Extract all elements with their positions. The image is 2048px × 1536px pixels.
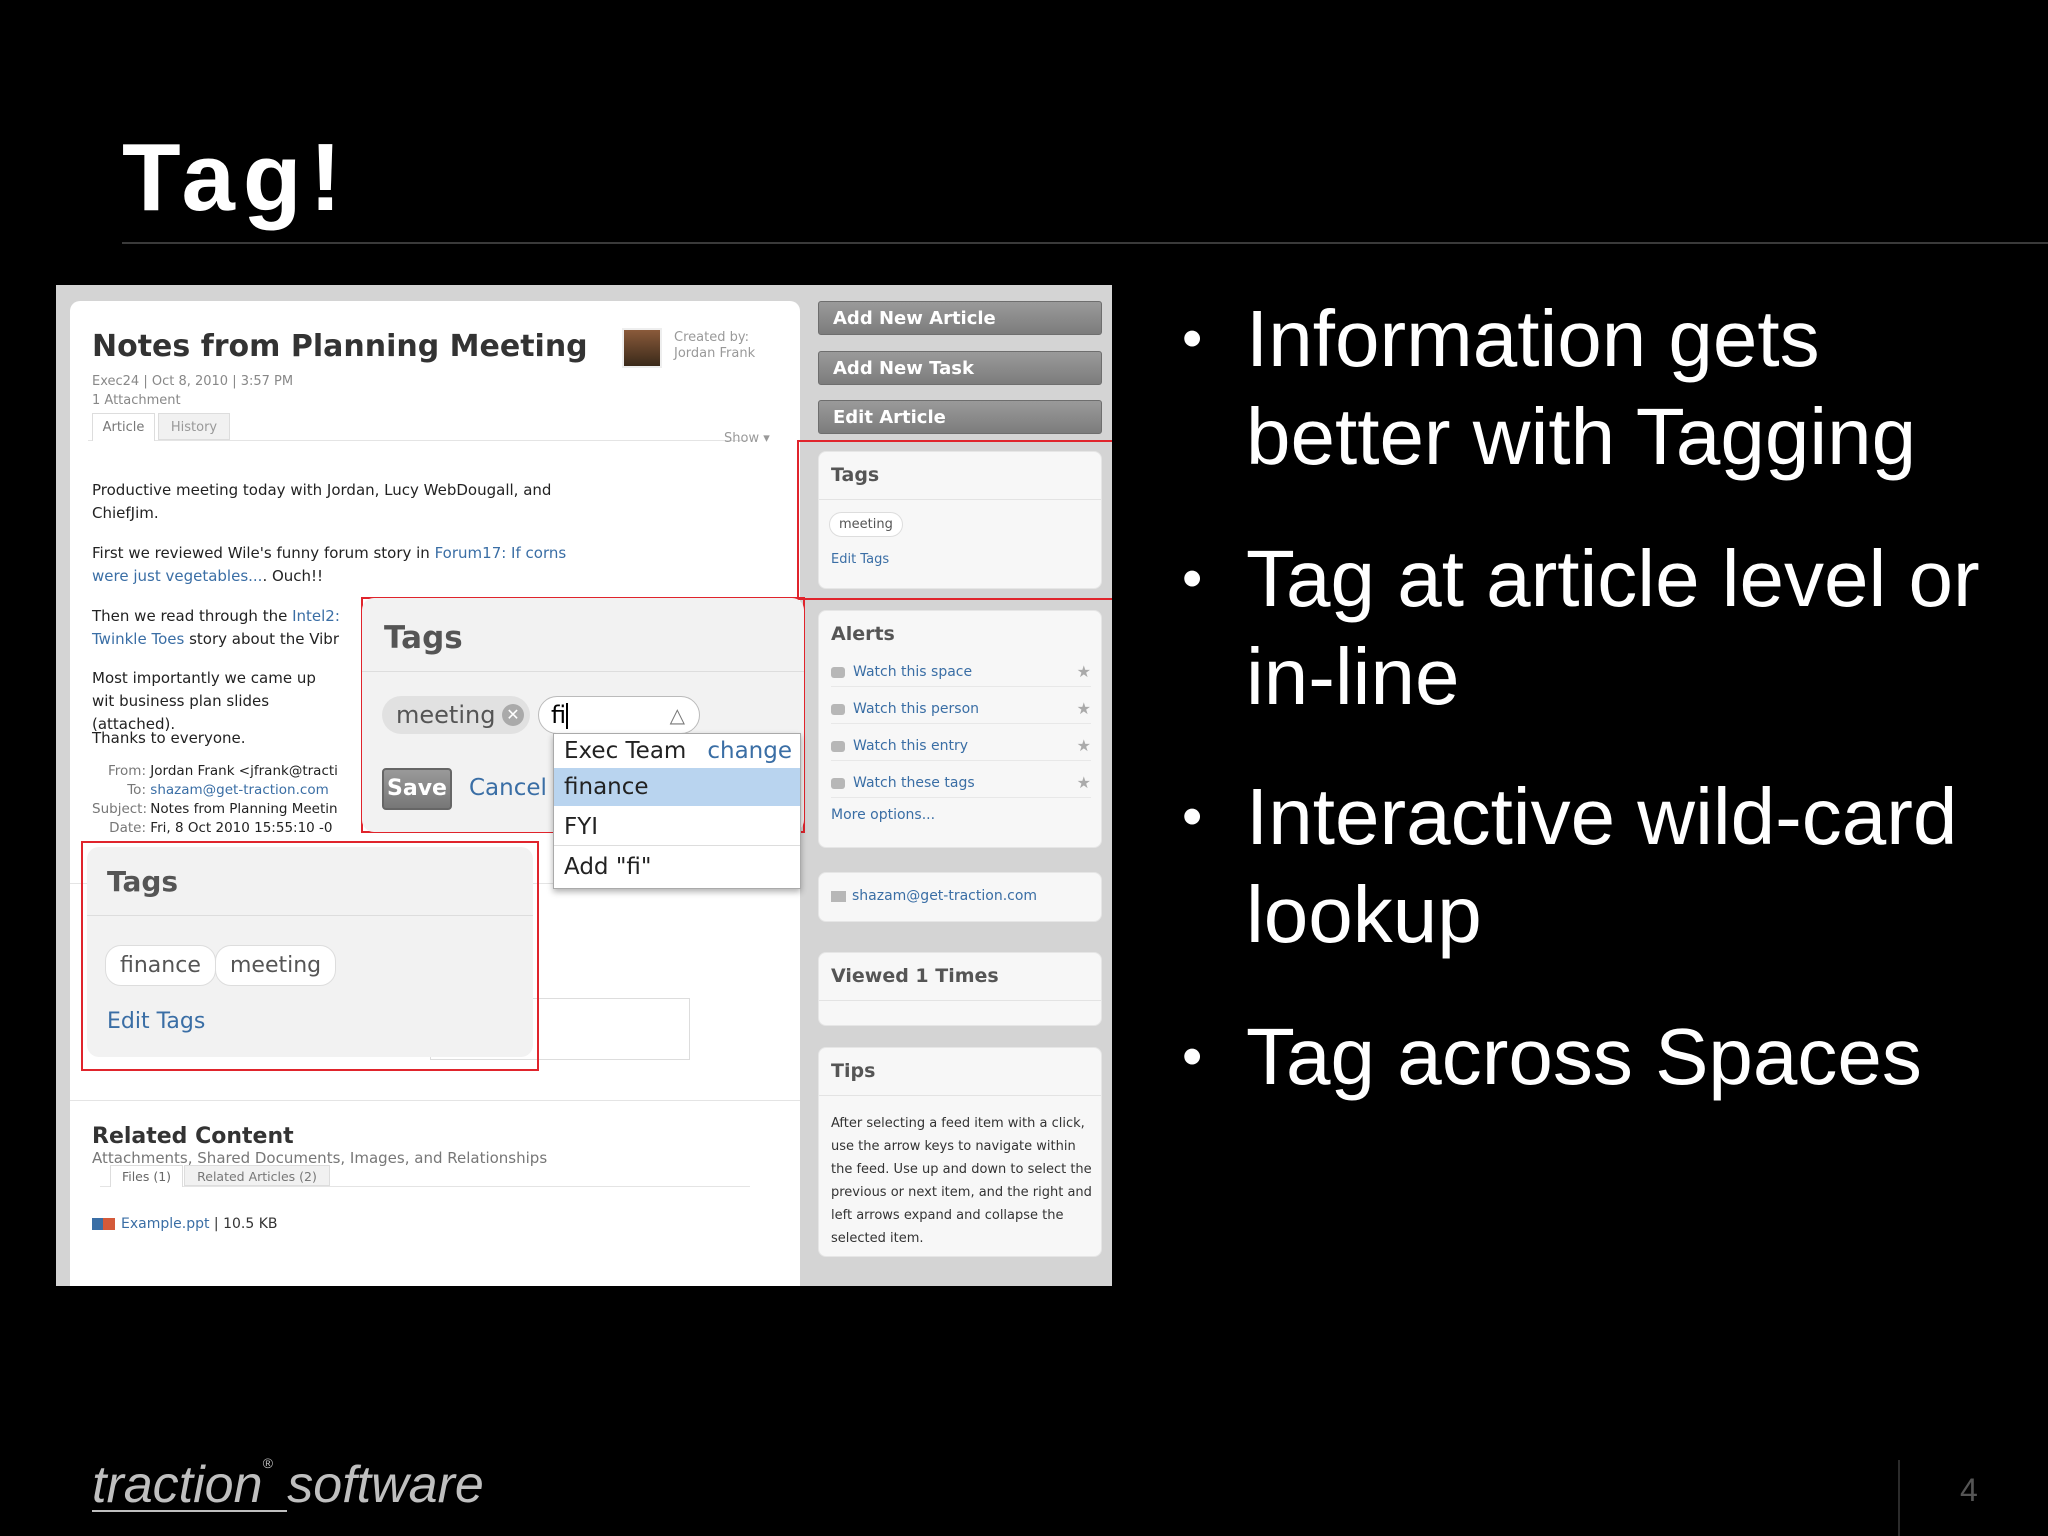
show-toggle[interactable]: Show ▾ [724, 431, 770, 446]
bullet-dot: • [1182, 1024, 1203, 1089]
body-para-4: Most importantly we came up wit business… [92, 669, 316, 733]
tab-history[interactable]: History [158, 413, 230, 440]
tag-editor-heading: Tags [384, 620, 463, 656]
clear-input-icon[interactable]: △ [670, 697, 685, 733]
tips-panel: Tips After selecting a feed item with a … [818, 1047, 1102, 1257]
star-icon[interactable]: ★ [1077, 694, 1091, 724]
avatar[interactable] [622, 328, 662, 368]
save-button[interactable]: Save [382, 768, 452, 810]
created-by-name: Jordan Frank [674, 346, 756, 361]
email-headers: From: Jordan Frank <jfrank@tracti To: sh… [92, 762, 342, 838]
article-title: Notes from Planning Meeting [92, 329, 588, 364]
body-para-3: Then we read through the Intel2: Twinkle… [92, 605, 342, 651]
email-panel: shazam@get-traction.com [818, 872, 1102, 922]
bullet-dot: • [1182, 546, 1203, 611]
tab-files[interactable]: Files (1) [110, 1165, 183, 1187]
comment-icon [831, 740, 845, 752]
article-edit-tags-link[interactable]: Edit Tags [107, 1009, 205, 1034]
edit-article-button[interactable]: Edit Article [818, 400, 1102, 434]
more-options-link[interactable]: More options... [831, 807, 935, 823]
dropdown-option-fyi[interactable]: FYI [554, 808, 800, 846]
body-para-1: Productive meeting today with Jordan, Lu… [92, 481, 552, 522]
email-address-link[interactable]: shazam@get-traction.com [831, 888, 1037, 904]
dropdown-space-row: Exec Team change [554, 734, 800, 768]
star-icon[interactable]: ★ [1077, 657, 1091, 687]
attachment-count: 1 Attachment [92, 393, 181, 408]
para-2-text: First we reviewed Wile's funny forum sto… [92, 544, 435, 562]
add-new-article-button[interactable]: Add New Article [818, 301, 1102, 335]
article-tags-divider [87, 915, 533, 916]
app-screenshot: Notes from Planning Meeting Exec24 | Oct… [56, 285, 1112, 1286]
info-icon[interactable] [92, 1218, 103, 1230]
bullet-dot: • [1182, 306, 1203, 371]
email-from: From: Jordan Frank <jfrank@tracti [108, 763, 338, 779]
alert-watch-entry[interactable]: Watch this entry ★ [831, 731, 1091, 761]
related-title: Related Content [92, 1124, 294, 1149]
alert-watch-tags[interactable]: Watch these tags ★ [831, 768, 1091, 798]
file-size: | 10.5 KB [213, 1216, 278, 1232]
star-icon[interactable]: ★ [1077, 731, 1091, 761]
highlight-sidebar-tags [797, 440, 1112, 600]
alerts-heading: Alerts [831, 623, 895, 645]
text-cursor [566, 703, 569, 729]
views-panel: Viewed 1 Times [818, 952, 1102, 1026]
tips-heading: Tips [819, 1048, 1101, 1096]
tag-chip-meeting[interactable]: meeting ✕ [382, 696, 530, 734]
email-subject: Subject: Notes from Planning Meetin [92, 801, 338, 817]
article-tags-heading: Tags [107, 865, 179, 898]
viewed-count: Viewed 1 Times [819, 953, 1101, 1001]
body-para-5: Thanks to everyone. [92, 729, 246, 747]
slide: Tag! Notes from Planning Meeting Exec24 … [0, 0, 2048, 1536]
show-label: Show [724, 431, 760, 446]
article-meta: Exec24 | Oct 8, 2010 | 3:57 PM [92, 374, 294, 389]
space-icon [831, 666, 845, 678]
tag-icon [831, 777, 845, 789]
title-divider [122, 242, 2048, 244]
para-3-tail: story about the Vibr [184, 630, 339, 648]
star-icon[interactable]: ★ [1077, 768, 1091, 798]
chevron-down-icon: ▾ [763, 431, 770, 446]
dropdown-option-add[interactable]: Add "fi" [554, 848, 800, 886]
file-link[interactable]: Example.ppt [121, 1216, 209, 1232]
tag-editor-divider [362, 671, 804, 672]
tab-article[interactable]: Article [92, 413, 155, 441]
bullet-dot: • [1182, 784, 1203, 849]
person-icon [831, 703, 845, 715]
para-3-text: Then we read through the [92, 607, 293, 625]
tips-text: After selecting a feed item with a click… [831, 1116, 1092, 1246]
article-tag-meeting[interactable]: meeting [215, 945, 337, 986]
slide-title: Tag! [122, 124, 350, 231]
cancel-link[interactable]: Cancel [469, 775, 547, 801]
page-number: 4 [1960, 1472, 1978, 1508]
mail-icon [831, 890, 846, 902]
alert-watch-space[interactable]: Watch this space ★ [831, 657, 1091, 687]
footer-divider [1898, 1460, 1900, 1536]
change-space-link[interactable]: change [707, 734, 792, 768]
tag-input[interactable]: fi △ [538, 696, 700, 734]
alert-watch-person[interactable]: Watch this person ★ [831, 694, 1091, 724]
tab-related-articles[interactable]: Related Articles (2) [184, 1165, 330, 1186]
created-by-label: Created by: [674, 330, 749, 345]
para-2-tail: . Ouch!! [262, 567, 324, 585]
dropdown-option-finance[interactable]: finance [554, 768, 800, 806]
article-tag-finance[interactable]: finance [105, 945, 216, 986]
company-logo: traction® software [92, 1455, 484, 1514]
add-new-task-button[interactable]: Add New Task [818, 351, 1102, 385]
body-para-2: First we reviewed Wile's funny forum sto… [92, 542, 592, 588]
alerts-panel: Alerts Watch this space ★ Watch this pers… [818, 610, 1102, 848]
email-date: Date: Fri, 8 Oct 2010 15:55:10 -0 [109, 820, 333, 836]
autocomplete-dropdown: Exec Team change finance FYI Add "fi" [553, 733, 801, 889]
section-divider-2 [70, 1100, 800, 1101]
article-tags-panel: Tags finance meeting Edit Tags [87, 847, 533, 1057]
email-to: To: shazam@get-traction.com [127, 782, 329, 798]
logo-underline [92, 1510, 287, 1512]
ppt-file-icon [103, 1218, 115, 1230]
file-row: Example.ppt | 10.5 KB [92, 1216, 277, 1232]
remove-tag-icon[interactable]: ✕ [502, 704, 524, 726]
